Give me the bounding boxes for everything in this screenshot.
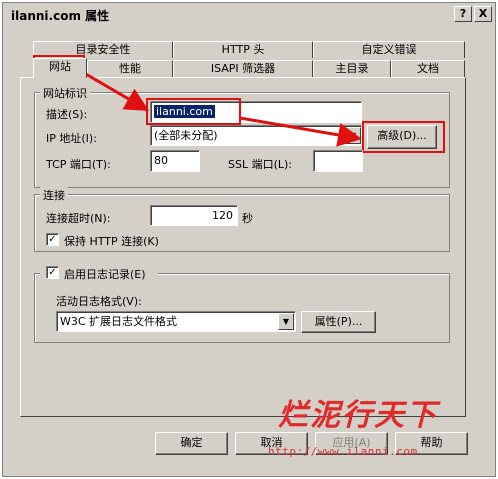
ok-button[interactable]: 确定 <box>155 432 228 455</box>
ip-address-select[interactable]: (全部未分配) <box>150 125 362 146</box>
ip-address-label: IP 地址(I): <box>46 132 97 145</box>
tab-documents[interactable]: 文档 <box>391 60 465 77</box>
help-title-button[interactable]: ? <box>454 6 472 22</box>
tab-website[interactable]: 网站 <box>33 58 87 78</box>
watermark: 烂泥行天下 http://www.ilanni.com <box>268 388 480 464</box>
log-format-dropdown-arrow-icon[interactable]: ▼ <box>278 313 294 330</box>
timeout-label: 连接超时(N): <box>46 212 111 225</box>
enable-logging-label: 启用日志记录(E) <box>64 268 146 281</box>
log-format-label: 活动日志格式(V): <box>56 295 142 308</box>
log-properties-button[interactable]: 属性(P)... <box>301 311 376 333</box>
watermark-url: http://www.ilanni.com <box>268 445 418 458</box>
timeout-unit: 秒 <box>242 212 253 225</box>
description-label: 描述(S): <box>46 108 88 121</box>
ip-address-value: (全部未分配) <box>154 129 218 142</box>
window-title: ilanni.com 属性 <box>11 9 110 23</box>
log-format-select[interactable]: W3C 扩展日志文件格式 <box>56 311 296 332</box>
site-id-group-label: 网站标识 <box>40 85 90 101</box>
tab-isapi-filters[interactable]: ISAPI 筛选器 <box>173 60 313 77</box>
tab-home-directory[interactable]: 主目录 <box>313 60 391 77</box>
connection-group-label: 连接 <box>40 187 68 203</box>
enable-logging-checkbox[interactable]: ✓ <box>46 266 59 279</box>
keepalive-label: 保持 HTTP 连接(K) <box>64 235 159 248</box>
tab-http-headers[interactable]: HTTP 头 <box>173 41 313 58</box>
tab-performance[interactable]: 性能 <box>87 60 173 77</box>
tab-custom-errors[interactable]: 自定义错误 <box>313 41 465 58</box>
watermark-brand: 烂泥行天下 <box>278 398 438 433</box>
timeout-input[interactable]: 120 <box>150 205 238 226</box>
advanced-highlight <box>362 121 445 153</box>
ip-dropdown-arrow-icon[interactable]: ▼ <box>345 127 361 144</box>
tcp-port-label: TCP 端口(T): <box>46 158 111 171</box>
close-button[interactable]: X <box>474 6 492 22</box>
tcp-port-input[interactable]: 80 <box>150 150 200 172</box>
ssl-port-label: SSL 端口(L): <box>228 158 293 171</box>
keepalive-checkbox[interactable]: ✓ <box>46 233 59 246</box>
title-bar: ilanni.com 属性 ? X <box>3 3 495 25</box>
description-highlight <box>146 98 241 125</box>
log-format-value: W3C 扩展日志文件格式 <box>60 315 178 328</box>
ssl-port-input[interactable] <box>313 150 363 172</box>
